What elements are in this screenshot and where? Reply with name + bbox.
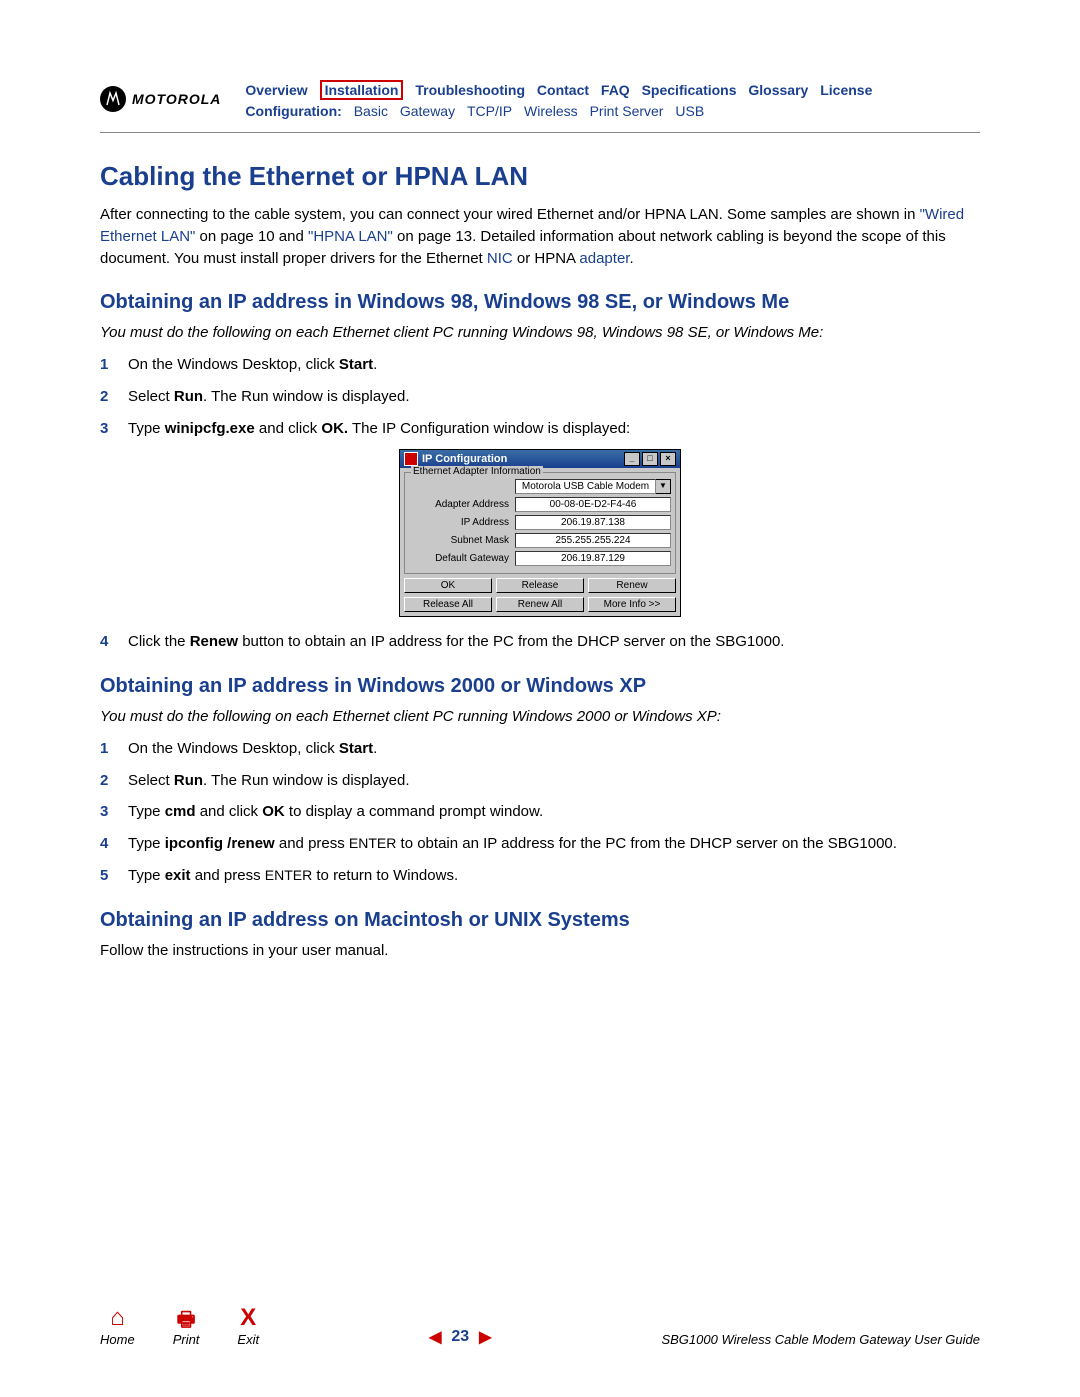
prev-page-icon[interactable]: ◀ [429,1327,441,1347]
link-adapter[interactable]: adapter [579,250,629,267]
section2-heading: Obtaining an IP address in Windows 2000 … [100,675,980,698]
dropdown-icon[interactable]: ▼ [656,479,671,494]
print-icon: 🖶 [177,1310,196,1330]
section1-lead: You must do the following on each Ethern… [100,322,980,344]
page-footer: ⌂ Home 🖶 Print X Exit ◀ 23 ▶ SBG1000 Wir… [100,1306,980,1347]
list-item: 2Select Run. The Run window is displayed… [100,770,980,792]
section1-heading: Obtaining an IP address in Windows 98, W… [100,291,980,314]
nav-tcpip[interactable]: TCP/IP [467,103,512,119]
section3-body: Follow the instructions in your user man… [100,940,980,962]
section2-steps: 1On the Windows Desktop, click Start. 2S… [100,738,980,887]
section1-steps: 1On the Windows Desktop, click Start. 2S… [100,354,980,439]
page-number: 23 [451,1328,469,1346]
window-title: IP Configuration [422,453,507,465]
header-separator [100,132,980,133]
nav-basic[interactable]: Basic [354,103,388,119]
list-item: 5Type exit and press ENTER to return to … [100,865,980,887]
page-header: MOTOROLA Overview Installation Troublesh… [100,80,980,122]
renew-all-button[interactable]: Renew All [496,597,584,612]
nav-usb[interactable]: USB [675,103,704,119]
maximize-icon[interactable]: □ [642,452,658,466]
list-item: 1On the Windows Desktop, click Start. [100,354,980,376]
list-item: 3Type winipcfg.exe and click OK. The IP … [100,418,980,440]
top-nav: Overview Installation Troubleshooting Co… [245,80,880,122]
home-icon: ⌂ [110,1306,125,1330]
section2-lead: You must do the following on each Ethern… [100,706,980,728]
home-button[interactable]: ⌂ Home [100,1306,135,1347]
section3-heading: Obtaining an IP address on Macintosh or … [100,909,980,932]
nav-faq[interactable]: FAQ [601,82,630,98]
nav-troubleshooting[interactable]: Troubleshooting [415,82,525,98]
renew-button[interactable]: Renew [588,578,676,593]
brand-logo: MOTOROLA [100,86,221,112]
release-button[interactable]: Release [496,578,584,593]
list-item: 4Click the Renew button to obtain an IP … [100,631,980,653]
nav-license[interactable]: License [820,82,872,98]
exit-button[interactable]: X Exit [237,1306,259,1347]
guide-title: SBG1000 Wireless Cable Modem Gateway Use… [661,1332,980,1347]
subnet-mask: 255.255.255.224 [515,533,671,548]
default-gateway: 206.19.87.129 [515,551,671,566]
motorola-logo-icon [100,86,126,112]
exit-icon: X [240,1306,256,1330]
more-info-button[interactable]: More Info >> [588,597,676,612]
list-item: 3Type cmd and click OK to display a comm… [100,801,980,823]
ok-button[interactable]: OK [404,578,492,593]
adapter-address: 00-08-0E-D2-F4-46 [515,497,671,512]
nav-specifications[interactable]: Specifications [642,82,737,98]
nav-gateway[interactable]: Gateway [400,103,455,119]
page: MOTOROLA Overview Installation Troublesh… [0,0,1080,1397]
link-nic[interactable]: NIC [487,250,513,267]
intro-paragraph: After connecting to the cable system, yo… [100,204,980,269]
section1-steps-cont: 4Click the Renew button to obtain an IP … [100,631,980,653]
group-label: Ethernet Adapter Information [411,466,543,477]
adapter-select[interactable]: Motorola USB Cable Modem [515,479,656,494]
app-icon [404,452,418,466]
close-icon[interactable]: × [660,452,676,466]
ipconfig-figure: IP Configuration _ □ × Ethernet Adapter … [100,449,980,617]
nav-config-label: Configuration: [245,103,341,119]
nav-contact[interactable]: Contact [537,82,589,98]
nav-installation[interactable]: Installation [320,80,404,100]
list-item: 2Select Run. The Run window is displayed… [100,386,980,408]
minimize-icon[interactable]: _ [624,452,640,466]
brand-name: MOTOROLA [132,91,221,107]
ipconfig-window: IP Configuration _ □ × Ethernet Adapter … [399,449,681,617]
nav-overview[interactable]: Overview [245,82,307,98]
link-hpna-lan[interactable]: "HPNA LAN" [308,228,393,245]
adapter-group: Ethernet Adapter Information Motorola US… [404,472,676,574]
ip-address: 206.19.87.138 [515,515,671,530]
nav-glossary[interactable]: Glossary [748,82,808,98]
nav-printserver[interactable]: Print Server [590,103,664,119]
release-all-button[interactable]: Release All [404,597,492,612]
page-title: Cabling the Ethernet or HPNA LAN [100,161,980,192]
page-navigator: ◀ 23 ▶ [429,1327,491,1347]
list-item: 1On the Windows Desktop, click Start. [100,738,980,760]
next-page-icon[interactable]: ▶ [479,1327,491,1347]
print-button[interactable]: 🖶 Print [173,1310,200,1347]
nav-wireless[interactable]: Wireless [524,103,578,119]
list-item: 4Type ipconfig /renew and press ENTER to… [100,833,980,855]
